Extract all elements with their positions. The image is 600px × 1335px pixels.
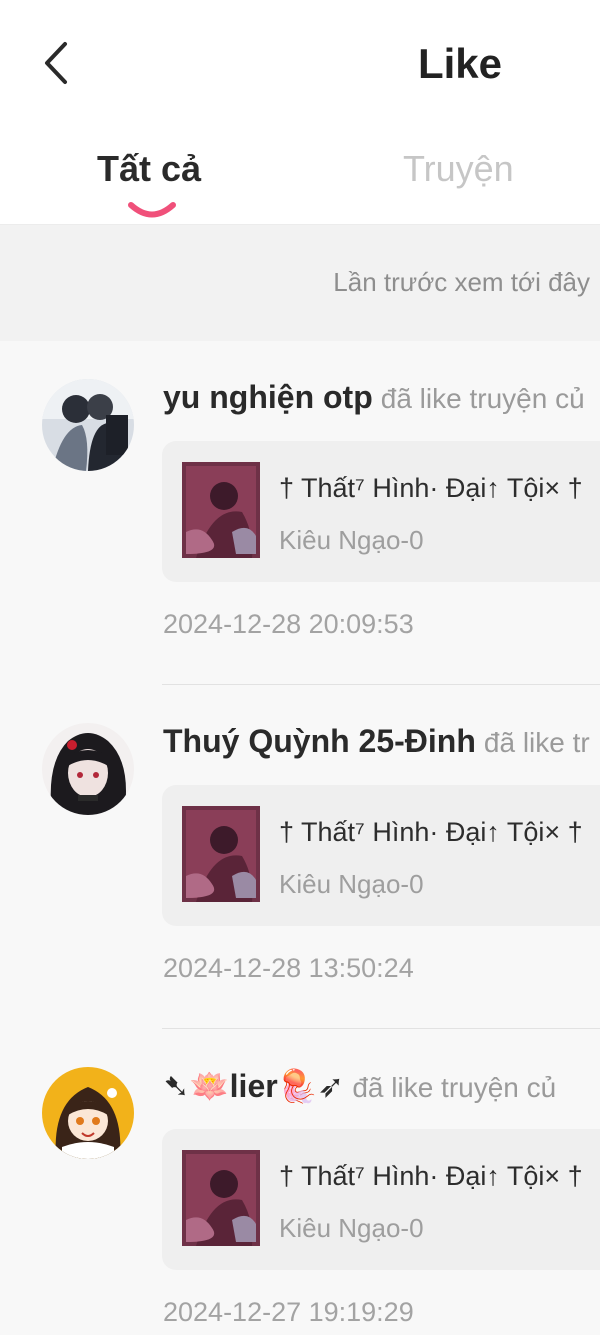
story-title: † Thất⁷ Hình· Đại↑ Tội× † bbox=[279, 817, 583, 847]
action-text: đã like tr bbox=[483, 727, 590, 758]
timestamp: 2024-12-27 19:19:29 bbox=[163, 1297, 414, 1327]
timestamp: 2024-12-28 20:09:53 bbox=[163, 609, 414, 639]
like-headline: Thuý Quỳnh 25-Đinh đã like tr bbox=[163, 723, 590, 760]
tab-all[interactable]: Tất cả bbox=[97, 148, 201, 190]
page-title: Like bbox=[417, 40, 503, 87]
story-title: † Thất⁷ Hình· Đại↑ Tội× † bbox=[279, 1161, 583, 1191]
avatar[interactable] bbox=[42, 1067, 134, 1159]
user-name[interactable]: yu nghiện otp bbox=[163, 379, 373, 415]
like-headline: yu nghiện otp đã like truyện củ bbox=[163, 379, 585, 416]
user-name[interactable]: Thuý Quỳnh 25-Đinh bbox=[163, 723, 476, 759]
tab-stories[interactable]: Truyện bbox=[403, 148, 514, 190]
story-cover bbox=[182, 806, 260, 902]
history-marker-text: Lần trước xem tới đây bbox=[333, 267, 590, 297]
story-cover bbox=[182, 1150, 260, 1246]
like-headline: ➷🪷lier🪼➶ đã like truyện củ bbox=[163, 1067, 556, 1105]
top-bar: Like Tất cả Truyện bbox=[0, 0, 600, 225]
list-item: Thuý Quỳnh 25-Đinh đã like tr † Thất⁷ Hìn… bbox=[0, 685, 600, 1029]
story-title: † Thất⁷ Hình· Đại↑ Tội× † bbox=[279, 473, 583, 503]
like-feed: yu nghiện otp đã like truyện củ † Thất⁷ H… bbox=[0, 341, 600, 1335]
action-text: đã like truyện củ bbox=[352, 1072, 557, 1103]
list-item: ➷🪷lier🪼➶ đã like truyện củ † Thất⁷ Hình· … bbox=[0, 1029, 600, 1335]
story-author: Kiêu Ngạo-0 bbox=[279, 525, 424, 555]
list-item: yu nghiện otp đã like truyện củ † Thất⁷ H… bbox=[0, 341, 600, 685]
history-marker-bar: Lần trước xem tới đây bbox=[0, 225, 600, 341]
user-name[interactable]: ➷🪷lier🪼➶ bbox=[163, 1068, 344, 1104]
story-card[interactable]: † Thất⁷ Hình· Đại↑ Tội× † Kiêu Ngạo-0 bbox=[162, 1129, 600, 1270]
avatar[interactable] bbox=[42, 723, 134, 815]
story-card[interactable]: † Thất⁷ Hình· Đại↑ Tội× † Kiêu Ngạo-0 bbox=[162, 441, 600, 582]
story-author: Kiêu Ngạo-0 bbox=[279, 1213, 424, 1243]
timestamp: 2024-12-28 13:50:24 bbox=[163, 953, 414, 983]
story-card[interactable]: † Thất⁷ Hình· Đại↑ Tội× † Kiêu Ngạo-0 bbox=[162, 785, 600, 926]
story-author: Kiêu Ngạo-0 bbox=[279, 869, 424, 899]
story-cover bbox=[182, 462, 260, 558]
action-text: đã like truyện củ bbox=[380, 383, 585, 414]
active-tab-indicator bbox=[128, 202, 176, 218]
avatar[interactable] bbox=[42, 379, 134, 471]
